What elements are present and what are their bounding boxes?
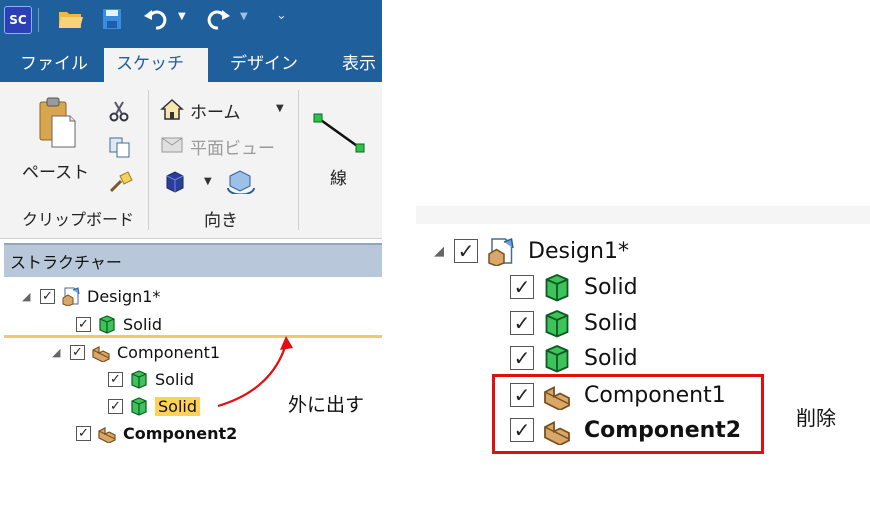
result-panel: ◢ ✓ Design1* ✓ Solid ✓ Solid ✓ Solid ✓ C… xyxy=(416,206,870,523)
visibility-checkbox[interactable]: ✓ xyxy=(70,344,85,360)
visibility-checkbox[interactable]: ✓ xyxy=(76,316,91,332)
tree-node-component1[interactable]: ◢ ✓ Component1 xyxy=(52,340,220,364)
ribbon-divider xyxy=(148,90,149,230)
view-cube-icon[interactable] xyxy=(164,170,186,194)
tree-node-label: Design1* xyxy=(528,238,629,264)
component-icon xyxy=(544,386,570,410)
visibility-checkbox[interactable]: ✓ xyxy=(510,275,534,299)
line-button-label[interactable]: 線 xyxy=(330,164,347,189)
visibility-checkbox[interactable]: ✓ xyxy=(40,288,55,304)
tab-sketch[interactable]: スケッチ xyxy=(104,48,208,82)
collapse-icon[interactable]: ◢ xyxy=(22,290,34,303)
orientation-group-label: 向き xyxy=(204,211,238,231)
visibility-checkbox[interactable]: ✓ xyxy=(108,398,123,414)
tree-node-solid[interactable]: ✓ Solid xyxy=(90,367,194,391)
visibility-checkbox[interactable]: ✓ xyxy=(108,371,123,387)
app-window: SC ▼ ▼ ⌄ ファイル スケッチ デザイン 表示 ペースト クリップボード … xyxy=(0,0,382,523)
result-node-solid[interactable]: ✓ Solid xyxy=(510,270,638,304)
collapse-icon[interactable]: ◢ xyxy=(52,346,64,359)
tab-file[interactable]: ファイル xyxy=(14,48,94,82)
save-icon[interactable] xyxy=(102,8,122,30)
tree-node-label: Solid xyxy=(584,310,638,336)
tree-node-label: Component2 xyxy=(123,423,238,443)
tree-node-design[interactable]: ◢ ✓ Design1* xyxy=(22,284,160,308)
tree-node-label: Component1 xyxy=(584,382,726,408)
result-node-design[interactable]: ◢ ✓ Design1* xyxy=(434,234,629,268)
format-painter-icon[interactable] xyxy=(108,170,134,194)
solid-icon xyxy=(545,274,569,302)
line-tool-icon[interactable] xyxy=(312,112,368,154)
solid-icon xyxy=(545,345,569,373)
result-node-solid[interactable]: ✓ Solid xyxy=(510,306,638,340)
undo-dropdown-icon[interactable]: ▼ xyxy=(178,11,186,22)
tree-node-label: Solid xyxy=(155,396,200,416)
tab-display[interactable]: 表示 xyxy=(336,48,382,82)
result-node-component1[interactable]: ✓ Component1 xyxy=(510,378,726,412)
plane-view-button[interactable]: 平面ビュー xyxy=(190,134,275,159)
solid-icon xyxy=(545,310,569,338)
paste-button-label[interactable]: ペースト xyxy=(22,158,89,183)
paste-icon[interactable] xyxy=(36,96,76,148)
visibility-checkbox[interactable]: ✓ xyxy=(510,311,534,335)
tree-node-label: Solid xyxy=(155,369,194,389)
tab-design[interactable]: デザイン xyxy=(224,48,304,82)
component-icon xyxy=(544,421,570,445)
visibility-checkbox[interactable]: ✓ xyxy=(510,346,534,370)
result-node-component2[interactable]: ✓ Component2 xyxy=(510,413,741,447)
visibility-checkbox[interactable]: ✓ xyxy=(510,383,534,407)
home-button[interactable]: ホーム xyxy=(190,98,241,123)
tree-node-label: Design1* xyxy=(87,286,161,306)
tree-node-solid[interactable]: ✓ Solid xyxy=(58,312,162,336)
tree-node-component2[interactable]: ✓ Component2 xyxy=(58,421,237,445)
drop-indicator-line xyxy=(4,335,382,338)
visibility-checkbox[interactable]: ✓ xyxy=(510,418,534,442)
app-logo: SC xyxy=(4,6,32,34)
open-folder-icon[interactable] xyxy=(58,8,84,30)
structure-panel-header: ストラクチャー xyxy=(4,243,382,277)
move-out-annotation: 外に出す xyxy=(288,394,365,416)
qat-divider xyxy=(38,8,39,32)
ribbon: ペースト クリップボード ホーム ▼ 平面ビュー ▼ 向き 線 xyxy=(0,82,382,239)
solid-icon xyxy=(131,397,147,416)
tree-node-label: Solid xyxy=(584,274,638,300)
component-icon xyxy=(98,427,116,443)
view-dropdown-icon[interactable]: ▼ xyxy=(204,176,212,187)
tree-node-label: Solid xyxy=(123,314,162,334)
collapse-icon[interactable]: ◢ xyxy=(434,244,444,259)
cropped-header-strip xyxy=(416,206,870,224)
tree-node-label: Solid xyxy=(584,345,638,371)
plane-view-icon xyxy=(161,137,183,153)
undo-icon[interactable] xyxy=(142,6,170,30)
visibility-checkbox[interactable]: ✓ xyxy=(76,425,91,441)
redo-dropdown-icon[interactable]: ▼ xyxy=(240,11,248,22)
visibility-checkbox[interactable]: ✓ xyxy=(454,239,478,263)
home-dropdown-icon[interactable]: ▼ xyxy=(276,103,284,114)
tree-node-solid-selected[interactable]: ✓ Solid xyxy=(90,394,200,418)
ribbon-divider xyxy=(298,90,299,230)
quick-access-toolbar: SC ▼ ▼ ⌄ xyxy=(0,0,382,44)
result-node-solid[interactable]: ✓ Solid xyxy=(510,341,638,375)
home-icon[interactable] xyxy=(160,98,184,120)
cut-icon[interactable] xyxy=(108,100,130,122)
tree-node-label: Component2 xyxy=(584,417,742,443)
redo-icon[interactable] xyxy=(204,6,232,30)
solid-icon xyxy=(131,370,147,389)
design-icon xyxy=(62,287,80,306)
view-orient-icon[interactable] xyxy=(226,168,256,194)
copy-icon[interactable] xyxy=(108,136,132,158)
customize-icon[interactable]: ⌄ xyxy=(276,8,287,23)
component-icon xyxy=(92,346,110,362)
delete-annotation: 削除 xyxy=(796,406,836,430)
ribbon-tabs: ファイル スケッチ デザイン 表示 xyxy=(0,44,382,82)
structure-panel-title: ストラクチャー xyxy=(10,253,122,272)
clipboard-group-label: クリップボード xyxy=(22,210,135,229)
design-icon xyxy=(488,237,514,266)
solid-icon xyxy=(99,315,115,334)
